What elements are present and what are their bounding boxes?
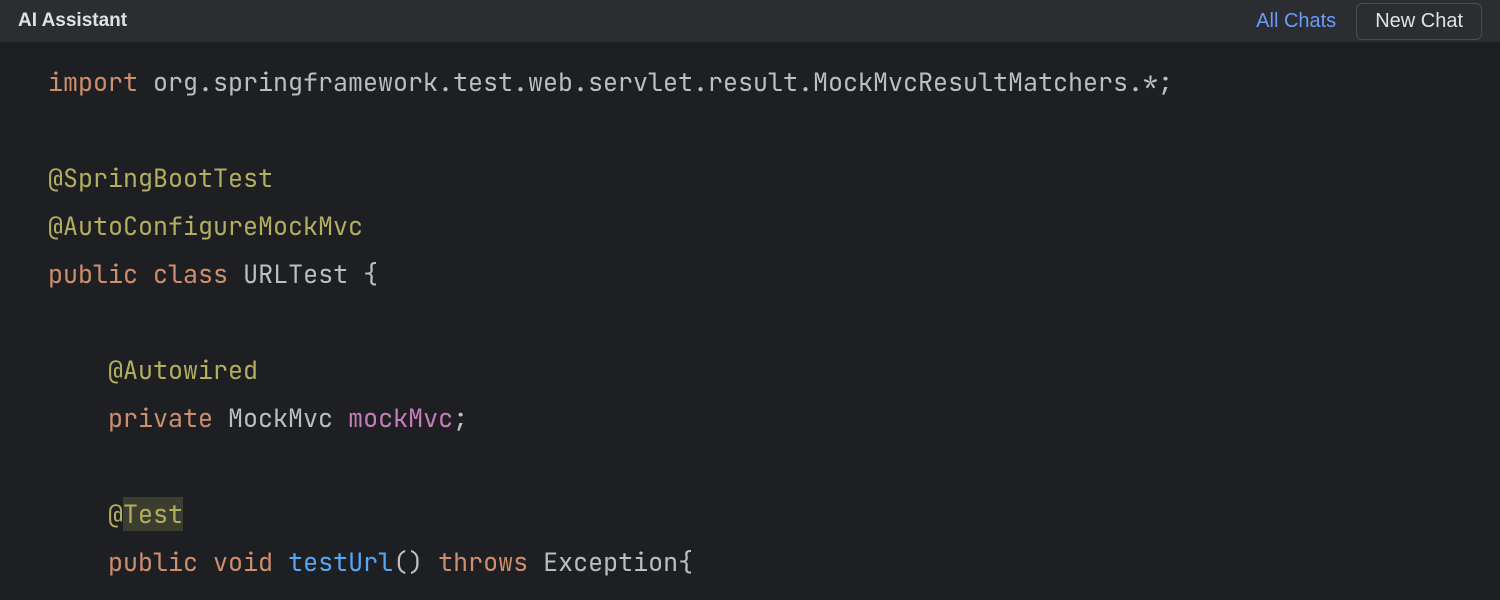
annotation-test-at: @ [108, 497, 123, 531]
parens: () [393, 545, 423, 579]
field-mockmvc: mockMvc [348, 401, 453, 435]
keyword-public: public [108, 545, 198, 579]
new-chat-button[interactable]: New Chat [1356, 3, 1482, 40]
annotation-test-word: Test [123, 497, 183, 531]
chat-content: import org.springframework.test.web.serv… [0, 42, 1500, 600]
class-name-urltest: URLTest [243, 257, 348, 291]
all-chats-link[interactable]: All Chats [1256, 10, 1336, 33]
method-testurl: testUrl [288, 545, 393, 579]
keyword-import: import [48, 65, 138, 99]
annotation-autoconfiguremockmvc: @AutoConfigureMockMvc [48, 209, 363, 243]
panel-title: AI Assistant [18, 10, 127, 32]
annotation-springboottest: @SpringBootTest [48, 161, 273, 195]
import-path: org.springframework.test.web.servlet.res… [138, 65, 1173, 99]
keyword-class: class [153, 257, 228, 291]
semicolon: ; [453, 401, 468, 435]
annotation-autowired: @Autowired [108, 353, 258, 387]
keyword-throws: throws [438, 545, 528, 579]
brace-open: { [348, 257, 378, 291]
type-exception: Exception [543, 545, 678, 579]
ai-assistant-header: AI Assistant All Chats New Chat [0, 0, 1500, 42]
keyword-public: public [48, 257, 138, 291]
keyword-private: private [108, 401, 213, 435]
brace-open: { [678, 545, 693, 579]
keyword-void: void [213, 545, 273, 579]
header-actions: All Chats New Chat [1256, 3, 1482, 40]
code-block[interactable]: import org.springframework.test.web.serv… [32, 42, 1500, 600]
type-mockmvc: MockMvc [228, 401, 333, 435]
code-gutter [0, 42, 32, 600]
